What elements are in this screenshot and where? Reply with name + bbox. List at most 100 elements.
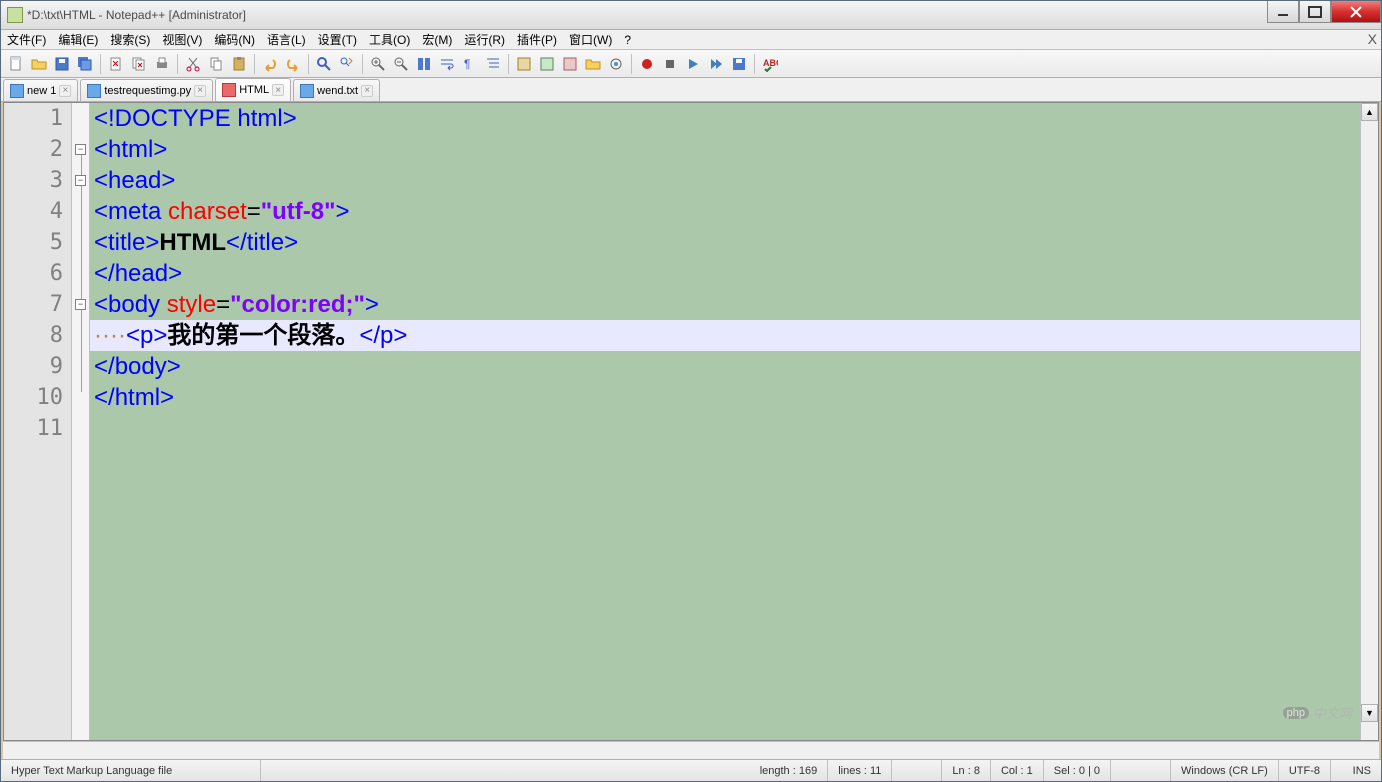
line-number: 2 xyxy=(4,134,71,165)
fold-toggle-icon[interactable]: − xyxy=(75,144,86,155)
zoom-in-button[interactable] xyxy=(367,53,389,75)
file-icon xyxy=(300,84,314,98)
tab-wend[interactable]: wend.txt × xyxy=(293,79,380,101)
scroll-down-button[interactable]: ▼ xyxy=(1361,704,1378,722)
close-tab-icon[interactable]: × xyxy=(361,85,373,97)
sync-scroll-button[interactable] xyxy=(413,53,435,75)
menu-edit[interactable]: 编辑(E) xyxy=(52,31,104,48)
show-chars-button[interactable]: ¶ xyxy=(459,53,481,75)
undo-button[interactable] xyxy=(259,53,281,75)
menu-macro[interactable]: 宏(M) xyxy=(416,31,458,48)
print-button[interactable] xyxy=(151,53,173,75)
save-button[interactable] xyxy=(51,53,73,75)
stop-macro-button[interactable] xyxy=(659,53,681,75)
menu-search[interactable]: 搜索(S) xyxy=(104,31,156,48)
tab-testrequestimg[interactable]: testrequestimg.py × xyxy=(80,79,213,101)
open-file-button[interactable] xyxy=(28,53,50,75)
indent-guide-button[interactable] xyxy=(482,53,504,75)
status-ln: Ln : 8 xyxy=(942,760,991,781)
file-icon xyxy=(10,84,24,98)
replace-button[interactable] xyxy=(336,53,358,75)
menu-file[interactable]: 文件(F) xyxy=(1,31,52,48)
horizontal-scrollbar[interactable] xyxy=(3,741,1379,759)
watermark-logo: php xyxy=(1283,707,1309,719)
watermark-text: 中文网 xyxy=(1313,703,1352,722)
close-all-button[interactable] xyxy=(128,53,150,75)
fold-toggle-icon[interactable]: − xyxy=(75,175,86,186)
cut-button[interactable] xyxy=(182,53,204,75)
status-col: Col : 1 xyxy=(991,760,1044,781)
tab-new1[interactable]: new 1 × xyxy=(3,79,78,101)
tab-html[interactable]: HTML × xyxy=(215,78,291,101)
doc-map-button[interactable] xyxy=(536,53,558,75)
tab-label: testrequestimg.py xyxy=(104,85,191,97)
copy-button[interactable] xyxy=(205,53,227,75)
scroll-up-button[interactable]: ▲ xyxy=(1361,103,1378,121)
menubar-close-button[interactable]: X xyxy=(1368,31,1377,47)
fold-toggle-icon[interactable]: − xyxy=(75,299,86,310)
tabbar: new 1 × testrequestimg.py × HTML × wend.… xyxy=(1,78,1381,102)
app-icon xyxy=(7,7,23,23)
close-tab-icon[interactable]: × xyxy=(59,85,71,97)
line-number: 10 xyxy=(4,382,71,413)
file-icon xyxy=(87,84,101,98)
folder-workspace-button[interactable] xyxy=(582,53,604,75)
minimize-button[interactable] xyxy=(1267,1,1299,23)
new-file-button[interactable] xyxy=(5,53,27,75)
maximize-button[interactable] xyxy=(1299,1,1331,23)
menu-plugins[interactable]: 插件(P) xyxy=(511,31,563,48)
func-list-button[interactable] xyxy=(559,53,581,75)
close-tab-icon[interactable]: × xyxy=(272,84,284,96)
find-button[interactable] xyxy=(313,53,335,75)
menubar: 文件(F) 编辑(E) 搜索(S) 视图(V) 编码(N) 语言(L) 设置(T… xyxy=(1,30,1381,50)
menu-window[interactable]: 窗口(W) xyxy=(563,31,618,48)
menu-encoding[interactable]: 编码(N) xyxy=(208,31,261,48)
toolbar: ¶ ABC xyxy=(1,50,1381,78)
code-area[interactable]: <!DOCTYPE html> <html> <head> <meta char… xyxy=(90,103,1360,740)
fold-gutter[interactable]: − − − xyxy=(72,103,90,740)
save-macro-button[interactable] xyxy=(728,53,750,75)
code-line: <html> xyxy=(90,134,1360,165)
menu-run[interactable]: 运行(R) xyxy=(458,31,511,48)
code-line: </html> xyxy=(90,382,1360,413)
line-number: 9 xyxy=(4,351,71,382)
line-number: 7 xyxy=(4,289,71,320)
line-number: 5 xyxy=(4,227,71,258)
line-number: 8 xyxy=(4,320,71,351)
play-macro-button[interactable] xyxy=(682,53,704,75)
statusbar: Hyper Text Markup Language file length :… xyxy=(1,759,1381,781)
titlebar[interactable]: *D:\txt\HTML - Notepad++ [Administrator] xyxy=(1,1,1381,30)
window-title: *D:\txt\HTML - Notepad++ [Administrator] xyxy=(27,8,246,22)
play-multi-button[interactable] xyxy=(705,53,727,75)
status-mode[interactable]: INS xyxy=(1331,760,1381,781)
status-lines: lines : 11 xyxy=(828,760,892,781)
paste-button[interactable] xyxy=(228,53,250,75)
monitor-button[interactable] xyxy=(605,53,627,75)
record-macro-button[interactable] xyxy=(636,53,658,75)
close-file-button[interactable] xyxy=(105,53,127,75)
line-number: 1 xyxy=(4,103,71,134)
vertical-scrollbar[interactable]: ▲ ▼ xyxy=(1360,103,1378,740)
close-window-button[interactable] xyxy=(1331,1,1381,23)
svg-text:¶: ¶ xyxy=(464,57,470,71)
status-encoding[interactable]: UTF-8 xyxy=(1279,760,1331,781)
menu-help[interactable]: ? xyxy=(618,33,637,47)
code-line: <!DOCTYPE html> xyxy=(90,103,1360,134)
redo-button[interactable] xyxy=(282,53,304,75)
watermark: php 中文网 xyxy=(1283,703,1352,722)
menu-view[interactable]: 视图(V) xyxy=(156,31,208,48)
menu-settings[interactable]: 设置(T) xyxy=(312,31,363,48)
tab-label: HTML xyxy=(239,84,269,96)
close-tab-icon[interactable]: × xyxy=(194,85,206,97)
menu-language[interactable]: 语言(L) xyxy=(261,31,312,48)
menu-tools[interactable]: 工具(O) xyxy=(363,31,416,48)
folder-doc-button[interactable] xyxy=(513,53,535,75)
status-eol[interactable]: Windows (CR LF) xyxy=(1171,760,1279,781)
spellcheck-button[interactable]: ABC xyxy=(759,53,781,75)
zoom-out-button[interactable] xyxy=(390,53,412,75)
line-number-gutter[interactable]: 1 2 3 4 5 6 7 8 9 10 11 xyxy=(4,103,72,740)
file-modified-icon xyxy=(222,83,236,97)
close-icon xyxy=(1350,6,1362,18)
save-all-button[interactable] xyxy=(74,53,96,75)
wordwrap-button[interactable] xyxy=(436,53,458,75)
